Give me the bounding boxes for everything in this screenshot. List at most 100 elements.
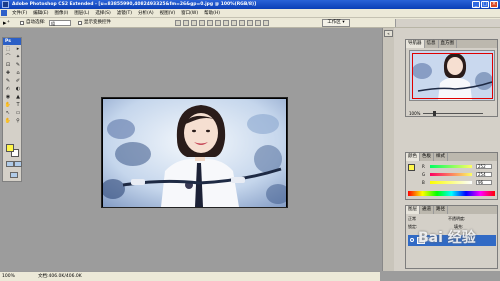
align-buttons <box>175 20 269 26</box>
move-tool-icon[interactable]: ▸⁺ <box>3 19 13 27</box>
ps-logo-icon <box>1 10 7 16</box>
window-title: Adobe Photoshop CS2 Extended - [u=838559… <box>12 2 257 7</box>
menu-filter[interactable]: 滤镜(T) <box>114 9 135 18</box>
path-select-tool-icon[interactable]: ↖ <box>4 110 12 117</box>
zoom-tool-icon[interactable]: ⚲ <box>14 118 22 125</box>
align-bottom-icon[interactable] <box>191 20 197 26</box>
stamp-tool-icon[interactable]: ✎ <box>4 78 12 85</box>
blur-tool-icon[interactable]: ◉ <box>4 94 12 101</box>
menu-select[interactable]: 选择(S) <box>92 9 113 18</box>
tab-swatches[interactable]: 色板 <box>420 153 434 161</box>
navigator-zoom-bar: 100% <box>409 111 496 116</box>
blue-value[interactable]: 96 <box>476 180 492 185</box>
history-brush-tool-icon[interactable]: ✐ <box>14 78 22 85</box>
eraser-tool-icon[interactable]: ✍ <box>4 86 12 93</box>
color-panel: 颜色 色板 样式 R 252 G 254 B 96 <box>405 152 498 200</box>
tab-styles[interactable]: 样式 <box>434 153 448 161</box>
menu-image[interactable]: 图像(I) <box>51 9 71 18</box>
blend-mode-select[interactable]: 正常 <box>408 216 416 221</box>
document-window <box>101 97 288 208</box>
opacity-label: 不透明度: <box>448 216 466 221</box>
distribute-bottom-icon[interactable] <box>239 20 245 26</box>
palette-well <box>395 19 500 27</box>
color-panel-swatch[interactable] <box>408 164 415 171</box>
menu-view[interactable]: 视图(V) <box>157 9 179 18</box>
collapse-arrow-icon[interactable]: « <box>384 30 393 37</box>
tab-color[interactable]: 颜色 <box>406 153 420 161</box>
minimize-button[interactable]: _ <box>472 1 480 8</box>
align-top-icon[interactable] <box>175 20 181 26</box>
healing-brush-tool-icon[interactable]: ✚ <box>4 70 12 77</box>
lasso-tool-icon[interactable]: ⌒ <box>4 54 12 61</box>
show-transform-checkbox[interactable] <box>78 21 82 25</box>
zoom-level[interactable]: 100% <box>2 272 15 281</box>
red-value[interactable]: 252 <box>476 164 492 169</box>
close-button[interactable]: × <box>490 1 498 8</box>
tab-layers[interactable]: 图层 <box>406 206 420 214</box>
align-middle-icon[interactable] <box>183 20 189 26</box>
distribute-left-icon[interactable] <box>247 20 253 26</box>
blue-label: B <box>422 180 425 185</box>
photoshop-app-icon <box>2 1 9 8</box>
slice-tool-icon[interactable]: ✎ <box>14 62 22 69</box>
align-center-icon[interactable] <box>207 20 213 26</box>
navigator-zoom-knob[interactable] <box>433 111 436 116</box>
pen-tool-icon[interactable]: ✋ <box>4 102 12 109</box>
shape-tool-icon[interactable]: ▭ <box>14 110 22 117</box>
red-label: R <box>422 164 425 169</box>
menu-help[interactable]: 帮助(H) <box>201 9 223 18</box>
dodge-tool-icon[interactable]: ▲ <box>14 94 22 101</box>
title-bar: Adobe Photoshop CS2 Extended - [u=838559… <box>0 0 500 9</box>
photo-canvas[interactable] <box>103 99 286 207</box>
hand-tool-icon[interactable]: ✋ <box>4 118 12 125</box>
gradient-tool-icon[interactable]: ◐ <box>14 86 22 93</box>
magic-wand-tool-icon[interactable]: ✦ <box>14 54 22 61</box>
navigator-preview[interactable] <box>409 50 495 101</box>
toolbox-header: Ps <box>3 38 21 45</box>
tab-info[interactable]: 信息 <box>425 40 439 48</box>
tab-navigator[interactable]: 导航器 <box>406 40 425 48</box>
navigator-zoom-slider[interactable] <box>423 113 483 114</box>
tab-histogram[interactable]: 直方图 <box>439 40 457 48</box>
visibility-eye-icon[interactable] <box>410 238 414 242</box>
red-slider[interactable] <box>430 165 472 168</box>
blend-row: 正常 不透明度: <box>408 216 496 222</box>
tab-paths[interactable]: 路径 <box>434 206 448 214</box>
auto-select-checkbox[interactable] <box>20 21 24 25</box>
distribute-top-icon[interactable] <box>223 20 229 26</box>
standard-mode-icon[interactable] <box>6 161 14 167</box>
menu-window[interactable]: 窗口(W) <box>178 9 201 18</box>
menu-edit[interactable]: 编辑(E) <box>30 9 51 18</box>
distribute-center-icon[interactable] <box>255 20 261 26</box>
color-spectrum[interactable] <box>408 191 495 196</box>
quick-mask-icon[interactable] <box>14 161 22 167</box>
green-slider[interactable] <box>430 173 472 176</box>
options-bar: ▸⁺ 自动选择: 组 显示变换控件 工作区 ▾ <box>0 18 500 28</box>
menu-file[interactable]: 文件(F) <box>9 9 30 18</box>
baidu-watermark: Bai 经验 <box>418 230 476 246</box>
foreground-color-swatch[interactable] <box>6 144 14 152</box>
blue-slider[interactable] <box>430 181 472 184</box>
maximize-button[interactable]: □ <box>481 1 489 8</box>
tab-channels[interactable]: 通道 <box>420 206 434 214</box>
navigator-view-box[interactable] <box>412 53 493 99</box>
navigator-zoom-value[interactable]: 100% <box>409 111 420 116</box>
menu-bar: 文件(F) 编辑(E) 图像(I) 图层(L) 选择(S) 滤镜(T) 分析(A… <box>0 9 500 18</box>
move-tool-icon[interactable]: ▸ <box>14 46 22 53</box>
brush-tool-icon[interactable]: ⌂ <box>14 70 22 77</box>
menu-layer[interactable]: 图层(L) <box>71 9 92 18</box>
marquee-tool-icon[interactable]: ⬚ <box>4 46 12 53</box>
distribute-middle-icon[interactable] <box>231 20 237 26</box>
green-value[interactable]: 254 <box>476 172 492 177</box>
screen-mode-icon[interactable] <box>10 172 18 178</box>
align-left-icon[interactable] <box>199 20 205 26</box>
lock-label: 锁定: <box>408 224 418 229</box>
workspace-button[interactable]: 工作区 ▾ <box>322 19 350 27</box>
type-tool-icon[interactable]: T <box>14 102 22 109</box>
crop-tool-icon[interactable]: ⊡ <box>4 62 12 69</box>
document-info[interactable]: 文档:406.0K/406.0K <box>38 272 82 281</box>
menu-analysis[interactable]: 分析(A) <box>135 9 157 18</box>
distribute-right-icon[interactable] <box>263 20 269 26</box>
align-right-icon[interactable] <box>215 20 221 26</box>
auto-select-dropdown[interactable]: 组 <box>49 20 71 26</box>
